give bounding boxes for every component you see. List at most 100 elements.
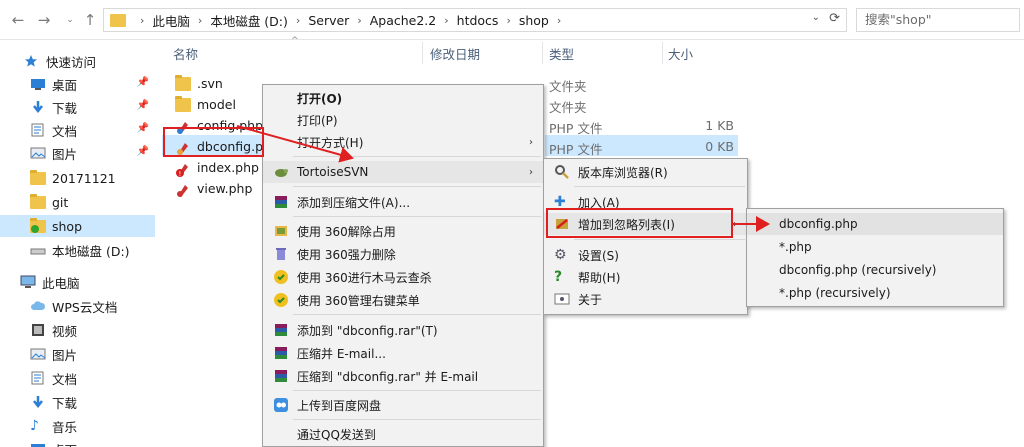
menu-item-360-scan[interactable]: 使用 360进行木马云查杀 — [263, 266, 543, 288]
menu-separator — [574, 239, 745, 240]
menu-separator — [293, 419, 541, 420]
search-input[interactable]: 搜索"shop" — [856, 8, 1020, 32]
nav-pictures[interactable]: 图片 📌 — [0, 142, 155, 164]
column-divider[interactable] — [422, 42, 423, 64]
breadcrumb-drive-d[interactable]: 本地磁盘 (D:) — [210, 11, 288, 30]
column-header-modified[interactable]: 修改日期 — [430, 44, 480, 64]
menu-item-about[interactable]: 关于 — [544, 288, 747, 310]
nav-music[interactable]: ♪ 音乐 — [0, 415, 155, 437]
column-divider[interactable] — [662, 42, 663, 64]
pin-icon[interactable]: 📌 — [137, 146, 149, 157]
menu-label: *.php — [779, 240, 812, 254]
sort-ascending-icon: ^ — [291, 36, 299, 46]
breadcrumb-apache[interactable]: Apache2.2 — [370, 13, 437, 28]
menu-item-ignore-dbconfig[interactable]: dbconfig.php — [747, 213, 1003, 235]
svg-text:!: ! — [179, 170, 182, 177]
menu-item-360-delete[interactable]: 使用 360强力删除 — [263, 243, 543, 265]
nav-downloads[interactable]: 下载 📌 — [0, 96, 155, 118]
nav-drive-d[interactable]: 本地磁盘 (D:) — [0, 239, 155, 261]
breadcrumb-htdocs[interactable]: htdocs — [457, 13, 499, 28]
menu-360-icon — [273, 292, 289, 308]
nav-folder-20171121[interactable]: 20171121 — [0, 167, 155, 189]
address-dropdown-icon[interactable]: ⌄ — [812, 12, 820, 23]
nav-documents-pc[interactable]: 文档 — [0, 367, 155, 389]
repo-browser-icon — [554, 164, 570, 180]
pin-icon[interactable]: 📌 — [137, 123, 149, 134]
chevron-right-icon[interactable]: › — [557, 14, 561, 27]
chevron-right-icon: › — [529, 166, 533, 178]
menu-item-help[interactable]: ? 帮助(H) — [544, 266, 747, 288]
chevron-right-icon: › — [140, 13, 145, 27]
file-size: 0 KB — [705, 139, 734, 154]
cloud-icon — [30, 299, 46, 313]
chevron-right-icon: › — [197, 13, 203, 27]
nav-folder-shop[interactable]: shop — [0, 215, 155, 237]
nav-videos[interactable]: 视频 — [0, 319, 155, 341]
menu-item-tortoisesvn[interactable]: TortoiseSVN › — [263, 161, 543, 183]
pin-icon[interactable]: 📌 — [137, 77, 149, 88]
menu-item-print[interactable]: 打印(P) — [263, 109, 543, 131]
recent-dropdown-icon[interactable]: ⌄ — [60, 9, 80, 31]
breadcrumb-this-pc[interactable]: 此电脑 — [152, 11, 190, 30]
menu-item-ignore-php[interactable]: *.php — [747, 236, 1003, 258]
menu-item-add-archive[interactable]: 添加到压缩文件(A)... — [263, 191, 543, 213]
menu-label: 使用 360强力删除 — [297, 247, 396, 262]
up-icon[interactable]: ↑ — [80, 9, 100, 31]
nav-this-pc[interactable]: 此电脑 — [0, 271, 155, 293]
nav-desktop[interactable]: 桌面 📌 — [0, 73, 155, 95]
menu-separator — [293, 186, 541, 187]
column-divider[interactable] — [542, 42, 543, 64]
column-header-name[interactable]: 名称 — [173, 44, 198, 64]
nav-wps-cloud[interactable]: WPS云文档 — [0, 295, 155, 317]
menu-item-ignore-dbconfig-recursive[interactable]: dbconfig.php (recursively) — [747, 259, 1003, 281]
menu-item-ignore-php-recursive[interactable]: *.php (recursively) — [747, 282, 1003, 304]
refresh-icon[interactable]: ⟳ — [829, 11, 840, 26]
nav-label: 视频 — [52, 323, 78, 339]
menu-item-compress-rar-email[interactable]: 压缩到 "dbconfig.rar" 并 E-mail — [263, 365, 543, 387]
breadcrumb-shop[interactable]: shop — [519, 13, 549, 28]
nav-label: 20171121 — [52, 170, 116, 186]
forward-icon[interactable]: → — [34, 9, 54, 31]
menu-item-settings[interactable]: ⚙ 设置(S) — [544, 244, 747, 266]
file-row-model[interactable]: model — [165, 94, 236, 115]
file-row-svn[interactable]: .svn — [165, 73, 223, 94]
menu-label: 打开方式(H) — [297, 135, 364, 150]
chevron-right-icon: › — [295, 13, 301, 27]
nav-label: 桌面 — [52, 440, 77, 447]
menu-item-360-unlock[interactable]: 使用 360解除占用 — [263, 220, 543, 242]
pin-icon[interactable]: 📌 — [137, 100, 149, 111]
menu-label: 通过QQ发送到 — [297, 427, 376, 442]
menu-label: 使用 360解除占用 — [297, 224, 396, 239]
address-bar-area: ← → ⌄ ↑ › 此电脑 › 本地磁盘 (D:) › Server › Apa… — [0, 0, 1024, 40]
nav-label: 下载 — [52, 100, 78, 116]
file-row-view[interactable]: view.php — [165, 178, 252, 199]
menu-item-open-with[interactable]: 打开方式(H) › — [263, 131, 543, 153]
column-header-size[interactable]: 大小 — [668, 44, 693, 64]
music-icon: ♪ — [30, 418, 39, 434]
nav-documents[interactable]: 文档 📌 — [0, 119, 155, 141]
column-header-type[interactable]: 类型 — [549, 44, 574, 64]
menu-item-compress-email[interactable]: 压缩并 E-mail... — [263, 342, 543, 364]
nav-pictures-pc[interactable]: 图片 — [0, 343, 155, 365]
settings-icon: ⚙ — [554, 247, 567, 263]
nav-quick-access[interactable]: 快速访问 — [0, 50, 155, 72]
back-icon[interactable]: ← — [8, 9, 28, 31]
breadcrumb-server[interactable]: Server — [308, 13, 349, 28]
menu-item-repo-browser[interactable]: 版本库浏览器(R) — [544, 161, 747, 183]
menu-item-add-rar[interactable]: 添加到 "dbconfig.rar"(T) — [263, 319, 543, 341]
file-name: .svn — [197, 76, 223, 91]
menu-item-open[interactable]: 打开(O) — [263, 87, 543, 109]
nav-folder-git[interactable]: git — [0, 191, 155, 213]
address-bar[interactable]: › 此电脑 › 本地磁盘 (D:) › Server › Apache2.2 ›… — [103, 8, 847, 32]
nav-label: 本地磁盘 (D:) — [52, 243, 130, 259]
nav-downloads-pc[interactable]: 下载 — [0, 391, 155, 413]
file-name: model — [197, 97, 236, 112]
winrar-icon — [273, 345, 289, 361]
menu-item-baidu-upload[interactable]: 上传到百度网盘 — [263, 394, 543, 416]
file-row-index[interactable]: ! index.php — [165, 157, 259, 178]
nav-desktop-pc[interactable]: 桌面 — [0, 438, 155, 447]
menu-item-360-menu[interactable]: 使用 360管理右键菜单 — [263, 289, 543, 311]
ignore-list-submenu: dbconfig.php *.php dbconfig.php (recursi… — [746, 208, 1004, 307]
menu-item-send-qq[interactable]: 通过QQ发送到 — [263, 423, 543, 445]
nav-label: 文档 — [52, 123, 78, 139]
